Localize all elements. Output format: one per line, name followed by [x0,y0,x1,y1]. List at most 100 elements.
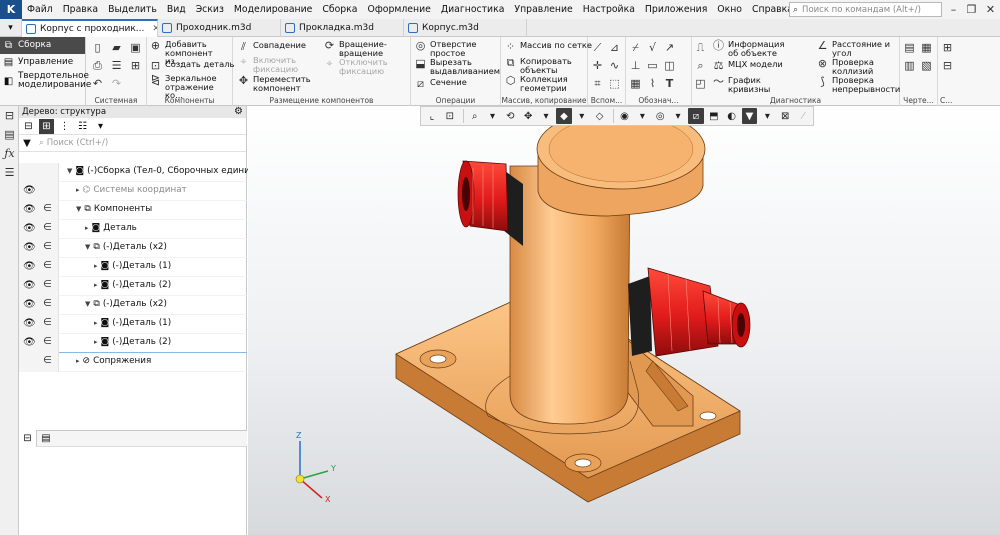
collapse-arrow-icon[interactable]: ▼ [85,243,90,251]
chevron-down-icon[interactable]: ▾ [485,108,501,124]
relation-icon[interactable]: ∈ [43,222,52,233]
tree-row-content[interactable]: ▸ ◙ (-)Деталь (1) [94,318,171,328]
close-window-button[interactable]: ✕ [981,0,1000,19]
mark-icon[interactable]: ◫ [663,59,676,72]
chevron-down-icon[interactable]: ▾ [538,108,554,124]
tree-row-content[interactable]: ▼ ⧉ (-)Деталь (x2) [85,299,167,309]
app-logo[interactable]: K [0,0,22,19]
disable-fix-button[interactable]: ⌖ Отключить фиксацию [323,58,401,75]
expand-arrow-icon[interactable]: ▸ [94,319,98,327]
tolerance-icon[interactable]: ▭ [646,59,659,72]
mode-solid-modeling[interactable]: ◧ Твердотельное моделирование [0,71,92,91]
shaded-icon[interactable]: ◆ [556,108,572,124]
roughness-icon[interactable]: √ [646,41,659,54]
rotate-icon[interactable]: ⟲ [502,108,518,124]
tab-gasket[interactable]: Прокладка.m3d [281,19,404,37]
chevron-down-icon[interactable]: ▾ [759,108,775,124]
enable-fix-button[interactable]: ⌖ Включить фиксацию [237,56,307,73]
properties-icon[interactable]: ⊞ [129,59,142,72]
visibility-eye-icon[interactable]: 👁 [23,185,36,196]
3d-viewport[interactable]: Z Y X ⌞ ⊡ ⌕ ▾ ⟲ ✥ ▾ ◆ ▾ ◇ ◉ ▾ ◎ ▾ ⧄ ⬒ ◐ … [248,106,1000,535]
collision-check-button[interactable]: ⊗ Проверка коллизий [816,58,882,75]
tree-row-content[interactable]: ▸ ⌬ Системы координат [76,185,187,195]
pan-icon[interactable]: ✥ [520,108,536,124]
tree-row[interactable]: 👁 ∈ ▼ ⧉ Компоненты [19,201,247,220]
tree-row[interactable]: 👁 ▸ ⌬ Системы координат [19,182,247,201]
measure-icon[interactable]: ⎍ [694,41,707,54]
sheet-icon[interactable]: ▦ [920,41,933,54]
distance-angle-button[interactable]: ∠ Расстояние и угол [816,40,898,57]
text-icon[interactable]: T [663,77,676,90]
tab-housing[interactable]: Корпус.m3d [404,19,527,37]
continuity-check-button[interactable]: ⟆ Проверка непрерывности [816,76,900,93]
report-icon[interactable]: ▧ [920,59,933,72]
table-icon[interactable]: ▦ [629,77,642,90]
tab-housing-assembly[interactable]: Корпус с проходник... ✕ [22,19,158,37]
tree-tab-icon[interactable]: ⊟ [19,430,37,447]
maximize-button[interactable]: ❐ [962,0,981,19]
weld-icon[interactable]: ⌇ [646,77,659,90]
menu-modeling[interactable]: Моделирование [229,4,317,15]
inspect-icon[interactable]: ⌕ [694,59,707,72]
properties-panel-icon[interactable]: ▤ [0,125,19,144]
curve-icon[interactable]: ∿ [608,59,621,72]
expand-arrow-icon[interactable]: ▸ [85,224,89,232]
mode-management[interactable]: ▤ Управление [0,54,85,71]
chevron-down-icon[interactable]: ▾ [93,119,108,134]
layers-icon[interactable]: ☰ [0,163,19,182]
relation-icon[interactable]: ∈ [43,355,52,366]
tree-row[interactable]: 👁 ∈ ▸ ◙ (-)Деталь (2) [19,334,247,353]
menu-drafting[interactable]: Оформление [363,4,436,15]
expand-arrow-icon[interactable]: ▸ [94,262,98,270]
sketch-icon[interactable]: ⬚ [608,77,621,90]
redo-icon[interactable]: ↷ [110,77,123,90]
right-fitting[interactable] [628,267,751,357]
menu-view[interactable]: Вид [162,4,191,15]
coincidence-button[interactable]: ⫽ Совпадение [237,41,306,54]
tree-search-input[interactable]: ⌕ Поиск (Ctrl+/) [35,138,108,148]
tree-row-content[interactable]: ▼ ◙ (-)Сборка (Тел-0, Сборочных единиц-0 [67,166,265,176]
tree-row-content[interactable]: ▸ ◙ (-)Деталь (2) [94,280,171,290]
chevron-down-icon[interactable]: ▾ [670,108,686,124]
expand-arrow-icon[interactable]: ▸ [76,186,80,194]
tree-options-icon[interactable]: ⋮ [57,119,72,134]
collapse-arrow-icon[interactable]: ▼ [76,205,81,213]
spec-icon[interactable]: ▥ [903,59,916,72]
chevron-down-icon[interactable]: ▾ [634,108,650,124]
tree-panel-icon[interactable]: ⊟ [0,106,19,125]
magic-wand-icon[interactable]: ⁄ [795,108,811,124]
menu-apps[interactable]: Приложения [640,4,712,15]
visibility-eye-icon[interactable]: 👁 [23,318,36,329]
expand-arrow-icon[interactable]: ▸ [76,357,80,365]
gear-icon[interactable]: ⚙ [234,106,243,117]
copy-objects-button[interactable]: ⧉ Копировать объекты [504,57,580,74]
tree-row-content[interactable]: ▼ ⧉ Компоненты [76,204,152,214]
expand-arrow-icon[interactable]: ▸ [94,338,98,346]
simple-hole-button[interactable]: ◎ Отверстие простое [414,40,485,57]
mode-assembly[interactable]: ⧉ Сборка [0,37,85,54]
settings-grid-icon[interactable]: ⊞ [941,41,954,54]
tree-row[interactable]: ▼ ◙ (-)Сборка (Тел-0, Сборочных единиц-0 [19,163,265,182]
visibility-eye-icon[interactable]: 👁 [23,223,36,234]
extrude-cut-button[interactable]: ⬓ Вырезать выдавливанием [414,58,502,75]
mass-props-button[interactable]: ⚖ МЦХ модели [712,60,783,73]
tree-view-icon[interactable]: ⊟ [21,119,36,134]
tree-row[interactable]: 👁 ∈ ▼ ⧉ (-)Деталь (x2) [19,239,247,258]
geometry-collection-button[interactable]: ⬡ Коллекция геометрии [504,75,580,92]
relation-icon[interactable]: ∈ [43,203,52,214]
relation-icon[interactable]: ∈ [43,260,52,271]
tree-row-content[interactable]: ▸ ◙ (-)Деталь (1) [94,261,171,271]
zoom-icon[interactable]: ⌕ [467,108,483,124]
tree-row[interactable]: 👁 ∈ ▸ ◙ (-)Деталь (2) [19,277,247,296]
tree-filter-list-icon[interactable]: ☷ [75,119,90,134]
hide-icon[interactable]: ◎ [652,108,668,124]
tree-row-content[interactable]: ▸ ⊘ Сопряжения [76,356,151,366]
dimension-icon[interactable]: ⌿ [629,41,642,54]
structure-view-icon[interactable]: ⊞ [39,118,54,134]
zoom-window-icon[interactable]: ⊡ [442,108,458,124]
move-component-button[interactable]: ✥ Переместить компонент [237,75,313,92]
menu-window[interactable]: Окно [712,4,747,15]
tree-row-content[interactable]: ▸ ◙ (-)Деталь (2) [94,337,171,347]
selection-filter-icon[interactable]: ⊠ [777,108,793,124]
tree-row[interactable]: 👁 ∈ ▸ ◙ Деталь [19,220,247,239]
